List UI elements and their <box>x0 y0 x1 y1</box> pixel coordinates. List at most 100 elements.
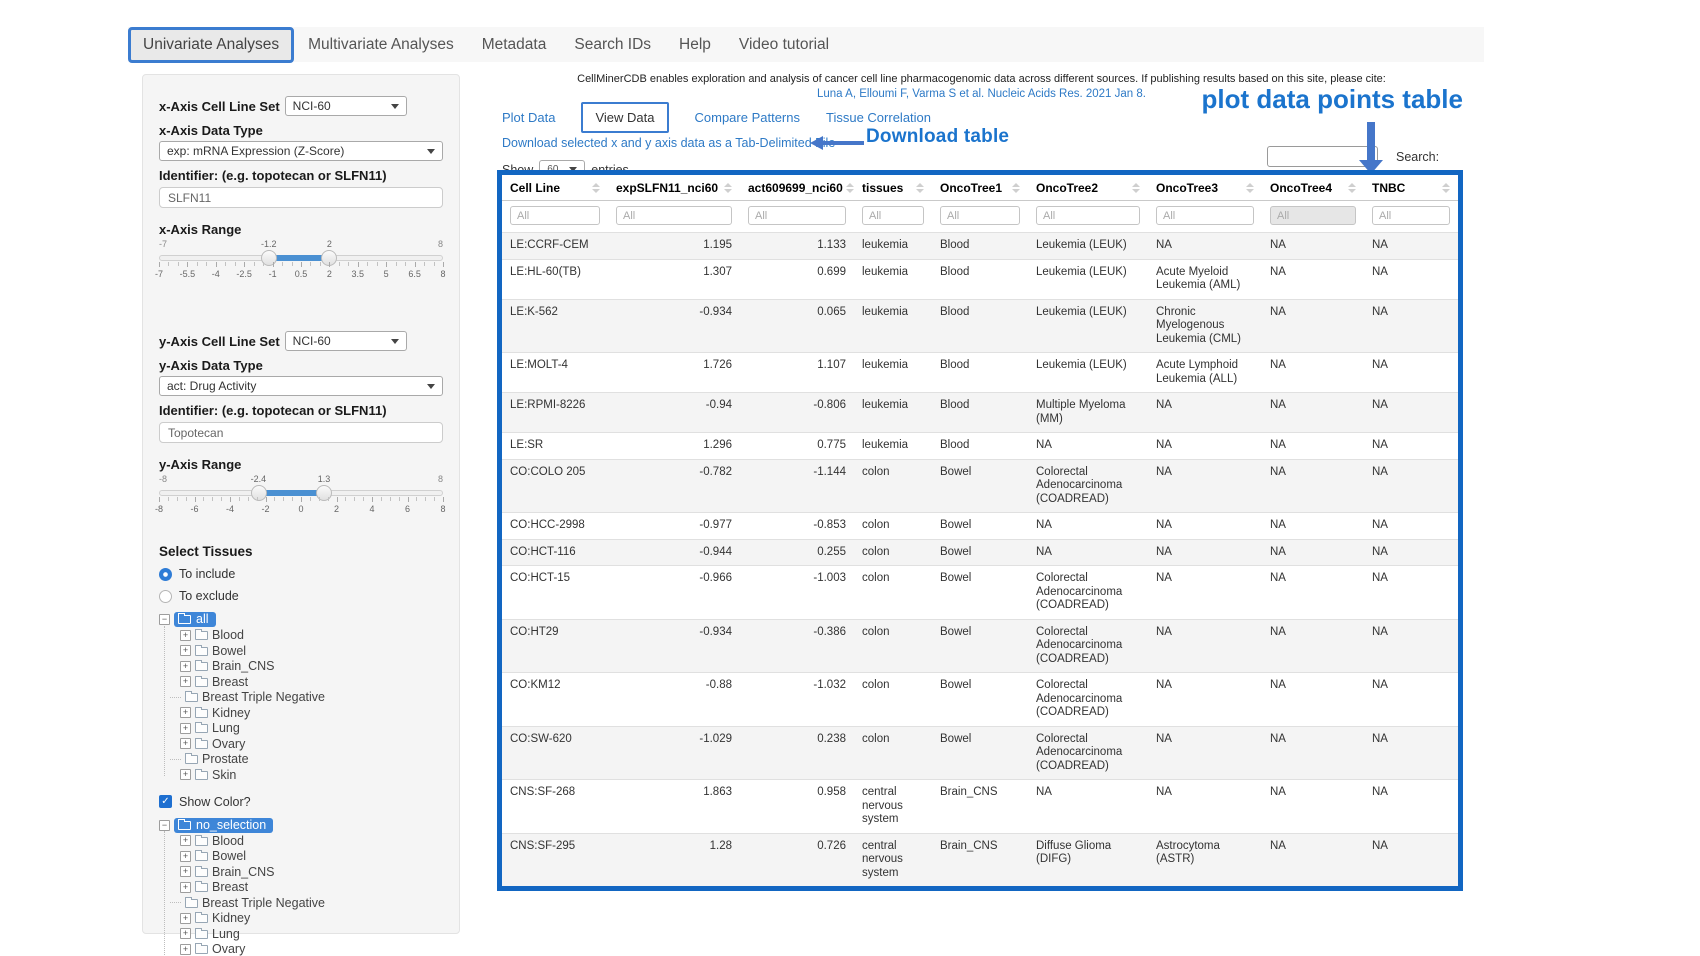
table-row[interactable]: LE:HL-60(TB)1.3070.699leukemiaBloodLeuke… <box>502 259 1458 299</box>
tree-expand-icon[interactable]: + <box>180 723 191 734</box>
table-row[interactable]: CNS:SF-2681.8630.958central nervous syst… <box>502 780 1458 834</box>
filter-input-oncotree3[interactable] <box>1156 206 1254 225</box>
table-row[interactable]: CNS:SF-2951.280.726central nervous syste… <box>502 833 1458 886</box>
table-row[interactable]: CO:HCT-15-0.966-1.003colonBowelColorecta… <box>502 566 1458 620</box>
tree-expand-icon[interactable]: + <box>180 707 191 718</box>
tab-compare-patterns[interactable]: Compare Patterns <box>695 110 801 125</box>
tree-expand-icon[interactable]: + <box>180 661 191 672</box>
tree-node-skin[interactable]: +Skin <box>180 767 443 783</box>
tree-expand-icon[interactable]: + <box>180 928 191 939</box>
table-row[interactable]: LE:K-562-0.9340.065leukemiaBloodLeukemia… <box>502 299 1458 353</box>
column-header-act609699-nci60[interactable]: act609699_nci60 <box>740 175 854 201</box>
tree-root-label[interactable]: no_selection <box>174 818 273 833</box>
x-data-type-select[interactable]: exp: mRNA Expression (Z-Score) <box>159 141 443 161</box>
y-cell-line-set-select[interactable]: NCI-60 <box>285 331 407 351</box>
sort-icon[interactable] <box>1442 183 1450 193</box>
table-row[interactable]: LE:CCRF-CEM1.1951.133leukemiaBloodLeukem… <box>502 233 1458 260</box>
tree-node-lung[interactable]: +Lung <box>180 926 443 942</box>
column-header-oncotree4[interactable]: OncoTree4 <box>1262 175 1364 201</box>
column-header-cell-line[interactable]: Cell Line <box>502 175 608 201</box>
tree-node-brain-cns[interactable]: +Brain_CNS <box>180 659 443 675</box>
tree-expand-icon[interactable]: + <box>180 769 191 780</box>
tab-view-data[interactable]: View Data <box>581 102 668 133</box>
sort-icon[interactable] <box>846 183 854 193</box>
y-axis-range-slider[interactable]: -8 -2.4 1.3 8 -8-6-4-202468 <box>159 474 443 520</box>
tree-node-bowel[interactable]: +Bowel <box>180 849 443 865</box>
table-row[interactable]: CO:HT29-0.934-0.386colonBowelColorectal … <box>502 619 1458 673</box>
table-row[interactable]: CO:KM12-0.88-1.032colonBowelColorectal A… <box>502 673 1458 727</box>
tree-expand-icon[interactable]: + <box>180 645 191 656</box>
tree-expand-icon[interactable]: + <box>180 882 191 893</box>
sort-icon[interactable] <box>592 183 600 193</box>
nav-tab-help[interactable]: Help <box>665 28 725 62</box>
column-header-expslfn11-nci60[interactable]: expSLFN11_nci60 <box>608 175 740 201</box>
nav-tab-video-tutorial[interactable]: Video tutorial <box>725 28 843 62</box>
filter-input-oncotree2[interactable] <box>1036 206 1140 225</box>
tree-expand-icon[interactable]: + <box>180 913 191 924</box>
tissue-include-radio[interactable]: To include <box>159 567 443 581</box>
tissue-exclude-radio[interactable]: To exclude <box>159 589 443 603</box>
tree-node-ovary[interactable]: +Ovary <box>180 736 443 752</box>
tab-plot-data[interactable]: Plot Data <box>502 110 555 125</box>
download-tsv-link[interactable]: Download selected x and y axis data as a… <box>502 136 835 150</box>
tree-expand-icon[interactable]: + <box>180 851 191 862</box>
tree-node-prostate[interactable]: Prostate <box>180 752 443 768</box>
tree-expand-icon[interactable]: + <box>180 676 191 687</box>
tree-expand-icon[interactable]: + <box>180 944 191 955</box>
sort-icon[interactable] <box>1132 183 1140 193</box>
tree-node-breast[interactable]: +Breast <box>180 880 443 896</box>
filter-input-oncotree4[interactable] <box>1270 206 1356 225</box>
x-axis-range-slider[interactable]: -7 -1.2 2 8 -7-5.5-4-2.5-10.523.556.58 <box>159 239 443 285</box>
sort-icon[interactable] <box>916 183 924 193</box>
tree-root-no-selection[interactable]: − no_selection <box>159 818 443 834</box>
nav-tab-search-ids[interactable]: Search IDs <box>560 28 665 62</box>
tab-tissue-correlation[interactable]: Tissue Correlation <box>826 110 931 125</box>
tree-root-label[interactable]: all <box>174 612 216 627</box>
table-row[interactable]: CO:SW-620-1.0290.238colonBowelColorectal… <box>502 726 1458 780</box>
tree-expand-icon[interactable]: + <box>180 738 191 749</box>
tree-node-blood[interactable]: +Blood <box>180 833 443 849</box>
filter-input-tissues[interactable] <box>862 206 924 225</box>
tree-node-lung[interactable]: +Lung <box>180 721 443 737</box>
nav-tab-univariate-analyses[interactable]: Univariate Analyses <box>128 27 294 63</box>
filter-input-cell-line[interactable] <box>510 206 600 225</box>
tree-node-ovary[interactable]: +Ovary <box>180 942 443 956</box>
tree-node-breast-triple-negative[interactable]: Breast Triple Negative <box>180 690 443 706</box>
sort-icon[interactable] <box>1348 183 1356 193</box>
table-row[interactable]: LE:RPMI-8226-0.94-0.806leukemiaBloodMult… <box>502 393 1458 433</box>
tree-node-blood[interactable]: +Blood <box>180 628 443 644</box>
radio-unselected-icon[interactable] <box>159 590 172 603</box>
show-color-checkbox-row[interactable]: ✓ Show Color? <box>159 795 443 809</box>
filter-input-oncotree1[interactable] <box>940 206 1020 225</box>
nav-tab-multivariate-analyses[interactable]: Multivariate Analyses <box>294 28 468 62</box>
tree-node-kidney[interactable]: +Kidney <box>180 705 443 721</box>
sort-icon[interactable] <box>1246 183 1254 193</box>
y-identifier-input[interactable] <box>159 422 443 443</box>
x-cell-line-set-select[interactable]: NCI-60 <box>285 96 407 116</box>
table-row[interactable]: CO:HCC-2998-0.977-0.853colonBowelNANANAN… <box>502 513 1458 540</box>
tree-expand-icon[interactable]: + <box>180 835 191 846</box>
sort-icon[interactable] <box>724 183 732 193</box>
y-data-type-select[interactable]: act: Drug Activity <box>159 376 443 396</box>
table-row[interactable]: LE:MOLT-41.7261.107leukemiaBloodLeukemia… <box>502 353 1458 393</box>
tree-node-bowel[interactable]: +Bowel <box>180 643 443 659</box>
table-row[interactable]: CO:COLO 205-0.782-1.144colonBowelColorec… <box>502 459 1458 513</box>
tree-node-kidney[interactable]: +Kidney <box>180 911 443 927</box>
column-header-tnbc[interactable]: TNBC <box>1364 175 1458 201</box>
tree-root-all[interactable]: − all <box>159 612 443 628</box>
checkbox-checked-icon[interactable]: ✓ <box>159 795 172 808</box>
column-header-oncotree3[interactable]: OncoTree3 <box>1148 175 1262 201</box>
column-header-tissues[interactable]: tissues <box>854 175 932 201</box>
column-header-oncotree2[interactable]: OncoTree2 <box>1028 175 1148 201</box>
column-header-oncotree1[interactable]: OncoTree1 <box>932 175 1028 201</box>
tree-expand-icon[interactable]: + <box>180 866 191 877</box>
table-row[interactable]: CO:HCT-116-0.9440.255colonBowelNANANANA <box>502 539 1458 566</box>
nav-tab-metadata[interactable]: Metadata <box>468 28 561 62</box>
tree-node-brain-cns[interactable]: +Brain_CNS <box>180 864 443 880</box>
x-identifier-input[interactable] <box>159 187 443 208</box>
tree-collapse-icon[interactable]: − <box>159 820 170 831</box>
tree-node-breast-triple-negative[interactable]: Breast Triple Negative <box>180 895 443 911</box>
sort-icon[interactable] <box>1012 183 1020 193</box>
filter-input-act609699-nci60[interactable] <box>748 206 846 225</box>
table-row[interactable]: LE:SR1.2960.775leukemiaBloodNANANANA <box>502 433 1458 460</box>
